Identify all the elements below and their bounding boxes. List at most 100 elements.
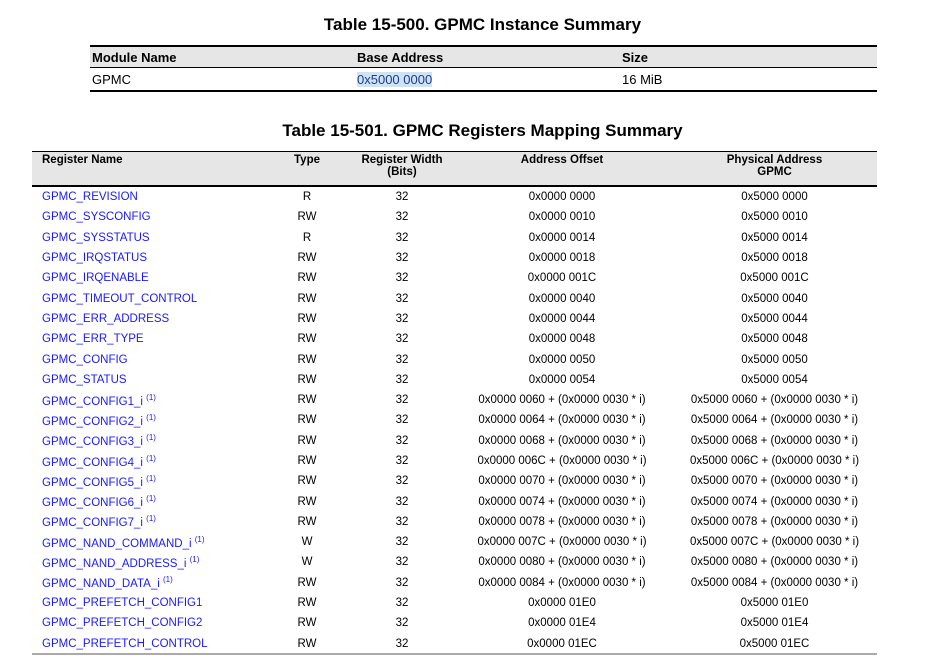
table-row: GPMC_SYSCONFIG RW 32 0x0000 0010 0x5000 0010 (32, 207, 877, 227)
header-module-name: Module Name (90, 45, 355, 68)
registers-mapping-table: Register Name Type Register Width (Bits) … (32, 151, 877, 654)
register-link[interactable]: GPMC_IRQENABLE (42, 272, 149, 284)
register-name-cell: GPMC_PREFETCH_CONFIG2 (32, 613, 262, 633)
register-link[interactable]: GPMC_TIMEOUT_CONTROL (42, 293, 197, 305)
type-cell: RW (297, 455, 317, 467)
type-cell: RW (297, 414, 317, 427)
physical-address-cell: 0x5000 01E0 (740, 597, 809, 610)
type-cell: RW (297, 597, 317, 610)
register-name-cell: GPMC_CONFIG3_i (1) (32, 431, 262, 451)
instance-table-title: Table 15-500. GPMC Instance Summary (323, 15, 642, 34)
footnote-link[interactable]: (1) (190, 555, 200, 564)
footnote-link[interactable]: (1) (146, 393, 156, 402)
type-cell: RW (297, 495, 317, 508)
register-link[interactable]: GPMC_CONFIG5_i (42, 477, 143, 489)
register-link[interactable]: GPMC_CONFIG2_i (42, 416, 143, 428)
register-link[interactable]: GPMC_ERR_TYPE (42, 333, 144, 345)
offset-cell: 0x0000 007C + (0x0000 0030 * i) (477, 536, 647, 549)
register-link[interactable]: GPMC_CONFIG7_i (42, 517, 143, 529)
type-cell: RW (297, 272, 317, 285)
footnote-link[interactable]: (1) (146, 514, 156, 523)
physical-address-cell: 0x5000 01E4 (740, 617, 809, 630)
type-cell: RW (297, 211, 317, 224)
physical-address-cell: 0x5000 0014 (741, 231, 808, 244)
register-name-cell: GPMC_PREFETCH_CONTROL (32, 634, 262, 654)
register-name-cell: GPMC_ERR_ADDRESS (32, 309, 262, 329)
register-link[interactable]: GPMC_CONFIG6_i (42, 497, 143, 509)
offset-cell: 0x0000 0064 + (0x0000 0030 * i) (478, 414, 646, 427)
width-cell: 32 (395, 495, 409, 508)
header-register-name: Register Name (32, 151, 262, 187)
footnote-link[interactable]: (1) (146, 494, 156, 503)
offset-cell: 0x0000 0050 (528, 353, 596, 366)
register-link[interactable]: GPMC_NAND_COMMAND_i (42, 538, 192, 550)
footnote-link[interactable]: (1) (163, 575, 173, 584)
table-row: GPMC_CONFIG4_i (1) RW 32 0x0000 006C + (0x0… (32, 451, 877, 471)
register-link[interactable]: GPMC_ERR_ADDRESS (42, 313, 169, 325)
type-cell: RW (297, 637, 317, 650)
type-cell: RW (297, 394, 317, 407)
register-name-cell: GPMC_CONFIG2_i (1) (32, 410, 262, 430)
register-name-cell: GPMC_NAND_ADDRESS_i (1) (32, 552, 262, 572)
register-link[interactable]: GPMC_PREFETCH_CONTROL (42, 638, 208, 650)
header-register-width: Register Width (Bits) (352, 151, 452, 187)
physical-address-cell: 0x5000 0048 (741, 333, 808, 346)
register-link[interactable]: GPMC_CONFIG4_i (42, 456, 143, 468)
register-link[interactable]: GPMC_CONFIG1_i (42, 396, 143, 408)
footnote-link[interactable]: (1) (146, 413, 156, 422)
type-cell: RW (297, 373, 317, 386)
instance-summary-table: Module Name Base Address Size GPMC 0x500… (90, 45, 877, 92)
footnote-link[interactable]: (1) (146, 454, 156, 463)
table-row: GPMC_CONFIG1_i (1) RW 32 0x0000 0060 + (0x0… (32, 390, 877, 410)
base-address-selected[interactable]: 0x5000 0000 (357, 71, 433, 87)
type-cell: RW (297, 292, 317, 305)
physical-address-cell: 0x5000 0074 + (0x0000 0030 * i) (690, 495, 859, 508)
type-cell: RW (297, 617, 317, 630)
module-name-cell: GPMC (90, 67, 355, 92)
table-row: GPMC_NAND_DATA_i (1) RW 32 0x0000 0084 + (0… (32, 573, 877, 593)
physical-address-cell: 0x5000 0080 + (0x0000 0030 * i) (690, 556, 859, 569)
header-type: Type (262, 151, 352, 187)
physical-address-cell: 0x5000 0010 (741, 211, 808, 224)
type-cell: RW (297, 333, 317, 346)
table-row: GPMC_NAND_COMMAND_i (1) W 32 0x0000 007C + … (32, 532, 877, 552)
register-link[interactable]: GPMC_PREFETCH_CONFIG2 (42, 617, 202, 629)
register-name-cell: GPMC_IRQENABLE (32, 268, 262, 288)
physical-address-cell: 0x5000 0050 (741, 353, 808, 366)
register-name-cell: GPMC_SYSCONFIG (32, 207, 262, 227)
physical-address-cell: 0x5000 0044 (741, 312, 808, 325)
type-cell: R (302, 231, 312, 244)
offset-cell: 0x0000 0078 + (0x0000 0030 * i) (478, 515, 646, 528)
header-width-line2: (Bits) (387, 166, 417, 178)
register-name-cell: GPMC_SYSSTATUS (32, 228, 262, 248)
width-cell: 32 (395, 434, 409, 447)
register-link[interactable]: GPMC_REVISION (42, 191, 138, 203)
table-row: GPMC_ERR_ADDRESS RW 32 0x0000 0044 0x5000 00… (32, 309, 877, 329)
register-link[interactable]: GPMC_NAND_ADDRESS_i (42, 558, 186, 570)
offset-cell: 0x0000 01E0 (528, 597, 596, 610)
width-cell: 32 (395, 211, 409, 224)
type-cell: RW (297, 353, 317, 366)
register-link[interactable]: GPMC_NAND_DATA_i (42, 578, 160, 590)
offset-cell: 0x0000 0018 (528, 252, 596, 265)
register-link[interactable]: GPMC_IRQSTATUS (42, 252, 147, 264)
register-link[interactable]: GPMC_SYSSTATUS (42, 232, 150, 244)
offset-cell: 0x0000 0068 + (0x0000 0030 * i) (478, 434, 646, 447)
register-name-cell: GPMC_CONFIG1_i (1) (32, 390, 262, 410)
register-link[interactable]: GPMC_SYSCONFIG (42, 211, 151, 223)
type-cell: R (302, 191, 312, 204)
footnote-link[interactable]: (1) (195, 535, 205, 544)
width-cell: 32 (395, 394, 409, 407)
mapping-table-title: Table 15-501. GPMC Registers Mapping Sum… (282, 121, 683, 140)
register-link[interactable]: GPMC_CONFIG (42, 354, 128, 366)
header-width-line1: Register Width (361, 154, 443, 166)
register-link[interactable]: GPMC_PREFETCH_CONFIG1 (42, 597, 202, 609)
register-link[interactable]: GPMC_CONFIG3_i (42, 436, 143, 448)
footnote-link[interactable]: (1) (146, 433, 156, 442)
footnote-link[interactable]: (1) (146, 474, 156, 483)
table-header-row: Register Name Type Register Width (Bits) … (32, 151, 877, 187)
offset-cell: 0x0000 0044 (528, 312, 596, 325)
register-name-cell: GPMC_TIMEOUT_CONTROL (32, 288, 262, 308)
register-link[interactable]: GPMC_STATUS (42, 374, 127, 386)
table-row: GPMC_PREFETCH_CONTROL RW 32 0x0000 01EC 0x50… (32, 634, 877, 654)
